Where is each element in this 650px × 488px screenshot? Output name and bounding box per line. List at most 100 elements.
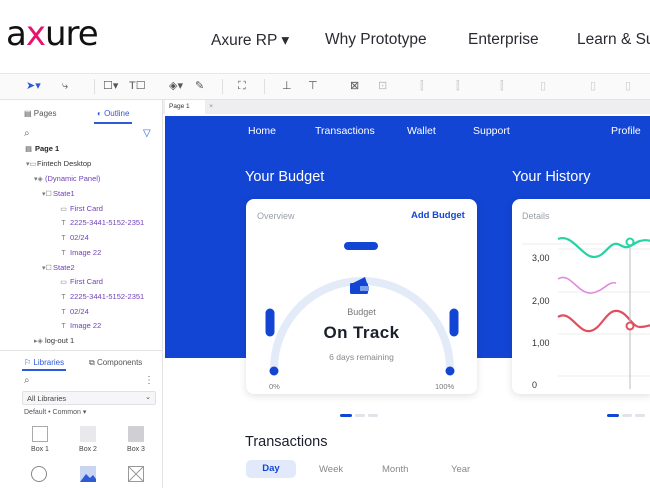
widget-placeholder[interactable] [127,465,145,487]
tree-item-date-2[interactable]: T 02/24 [59,307,89,318]
tree-label: 2225-3441-5152-2351 [70,292,145,301]
dynamic-panel-icon[interactable]: ◈▾ [169,79,183,93]
tree-item-image[interactable]: T Image 22 [59,248,101,259]
nav-axure-rp[interactable]: Axure RP ▾ [211,31,289,50]
gauge-min-dot [269,366,279,376]
box2-icon [80,426,96,442]
widget-image[interactable] [80,466,96,487]
layers-icon: ▸◈ [34,338,43,345]
tree-label: Page 1 [35,144,60,153]
tree-item-card-number[interactable]: T 2225-3441-5152-2351 [59,218,144,229]
widget-ellipse[interactable] [31,466,47,482]
widget-box3[interactable] [128,426,144,442]
tab-page1[interactable]: Page 1 × [165,100,213,114]
fit-icon[interactable]: ⛶ [238,79,246,93]
tree-item-page1[interactable]: ▤ Page 1 [24,144,59,155]
nav-learn-support[interactable]: Learn & Su [577,31,650,49]
library-search-icon[interactable]: ⌕ [24,375,30,386]
filter-icon[interactable]: ▽ [143,128,151,139]
history-chart [522,236,650,389]
pager-dot[interactable] [368,414,378,417]
tab-year[interactable]: Year [451,464,470,475]
canvas-nav-wallet[interactable]: Wallet [407,125,436,137]
distribute-h-icon[interactable]: ▯ [540,79,546,93]
tab-pages[interactable]: ▤ Pages [24,109,56,118]
tree-item-first-card[interactable]: ▭ First Card [59,204,103,215]
search-icon[interactable]: ⌕ [24,128,30,139]
budget-gauge [265,242,459,376]
tab-day[interactable]: Day [246,460,296,478]
nav-why-prototype[interactable]: Why Prototype [325,31,427,49]
more-icon[interactable]: ▯ [625,79,631,93]
tab-libraries[interactable]: ⚐ Libraries [24,358,64,367]
design-canvas[interactable]: Home Transactions Wallet Support Profile… [163,114,650,488]
crop-icon[interactable]: ⊠ [350,79,359,93]
tree-label: State1 [53,189,75,198]
tab-underline [94,122,132,124]
tree-label: Fintech Desktop [37,159,92,168]
align-center-icon[interactable]: ⫿ [456,79,460,93]
tab-libraries-label: Libraries [33,358,65,367]
align-left-icon[interactable]: ⫿ [420,79,424,93]
tab-outline[interactable]: ◐ Outline [97,109,129,118]
tree-item-state1[interactable]: ▾☐State1 [42,189,75,200]
transactions-title: Transactions [245,434,328,450]
connector-icon[interactable]: ⤷ [62,79,68,93]
pager-dot[interactable] [635,414,645,417]
tree-item-card-number-2[interactable]: T 2225-3441-5152-2351 [59,292,144,303]
logo-suffix: ure [44,14,99,54]
tab-components[interactable]: ⧉ Components [89,358,142,368]
canvas-nav-transactions[interactable]: Transactions [315,125,375,137]
gauge-min-label: 0% [269,382,280,391]
tree-item-logout[interactable]: ▸◈ log-out 1 [34,336,74,347]
close-icon[interactable]: × [209,103,213,110]
library-select-value: All Libraries [27,394,67,403]
canvas-nav-profile[interactable]: Profile [611,125,641,137]
canvas-nav-home[interactable]: Home [248,125,276,137]
text-icon[interactable]: T☐ [129,79,146,93]
rectangle-icon[interactable]: ☐▾ [103,79,118,93]
tab-month[interactable]: Month [382,464,408,475]
tree-item-dynamic-panel[interactable]: ▾◈ (Dynamic Panel) [34,174,100,185]
tab-week[interactable]: Week [319,464,343,475]
grid-icon[interactable]: ⊡ [378,79,387,93]
axure-logo[interactable]: axure [6,14,99,54]
align-icon[interactable]: ⊥ [282,79,292,93]
tree-item-fintech[interactable]: ▾▭Fintech Desktop [26,159,91,170]
teal-marker [625,237,635,247]
card-icon: ▭ [60,206,67,213]
library-menu-icon[interactable]: ⋮ [144,375,154,386]
tree-item-image-2[interactable]: T Image 22 [59,321,101,332]
box3-icon [128,426,144,442]
tab-components-label: Components [96,358,143,367]
pager-dot[interactable] [622,414,632,417]
image-icon [80,466,96,482]
history-pager [607,414,648,417]
align-right-icon[interactable]: ⫿ [500,79,504,93]
distribute-v-icon[interactable]: ▯ [590,79,596,93]
tree-item-state2[interactable]: ▾☐State2 [42,263,75,274]
tree-label: First Card [70,277,103,286]
widget-box2[interactable] [80,426,96,442]
distribute-icon[interactable]: ⊤ [308,79,318,93]
tab-outline-label: Outline [104,109,130,118]
tree-label: State2 [53,263,75,272]
pager-dot[interactable] [355,414,365,417]
widget-box2-label: Box 2 [79,446,97,453]
tree-item-date[interactable]: T 02/24 [59,233,88,244]
pager-dot-active[interactable] [607,414,619,417]
tree-label: 02/24 [70,307,89,316]
history-heading: Your History [512,169,591,185]
canvas-nav-support[interactable]: Support [473,125,510,137]
card-icon: ▭ [60,279,67,286]
series-pink-line [557,276,617,294]
widget-box1[interactable] [32,426,48,442]
library-select[interactable]: All Libraries ⌄ [22,391,156,405]
pointer-icon[interactable]: ➤▾ [26,79,41,93]
nav-enterprise[interactable]: Enterprise [468,31,539,49]
library-breadcrumb[interactable]: Default • Common ▾ [24,408,86,418]
pen-icon[interactable]: ✎ [195,79,204,93]
budget-status: On Track [323,323,400,342]
pager-dot-active[interactable] [340,414,352,417]
tree-item-first-card-2[interactable]: ▭ First Card [59,277,103,288]
